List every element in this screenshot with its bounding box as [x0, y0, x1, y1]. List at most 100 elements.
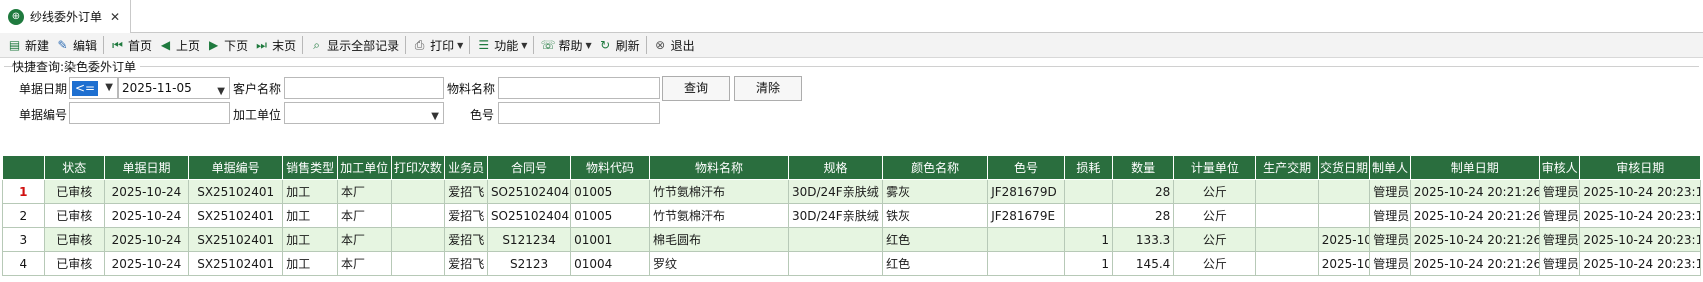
- refresh-button[interactable]: ↻ 刷新: [595, 34, 643, 56]
- table-cell[interactable]: 公斤: [1173, 227, 1257, 252]
- table-cell[interactable]: [1317, 179, 1371, 204]
- table-cell[interactable]: 01001: [570, 227, 650, 252]
- table-cell[interactable]: 公斤: [1173, 203, 1257, 228]
- table-cell[interactable]: 30D/24F亲肤绒: [787, 179, 884, 204]
- table-cell[interactable]: 133.3: [1111, 227, 1175, 252]
- material-input[interactable]: [498, 77, 660, 99]
- table-cell[interactable]: 2025-10-24 20:21:26: [1409, 203, 1540, 228]
- table-cell[interactable]: 管理员: [1538, 203, 1581, 228]
- table-cell[interactable]: 2025-10-24: [103, 203, 190, 228]
- column-header[interactable]: 业务员: [444, 155, 488, 180]
- customer-input[interactable]: [284, 77, 444, 99]
- table-cell[interactable]: 爱招飞: [444, 227, 488, 252]
- table-cell[interactable]: 管理员: [1538, 251, 1581, 276]
- first-page-button[interactable]: ⏮ 首页: [107, 34, 155, 56]
- table-cell[interactable]: [1317, 203, 1371, 228]
- table-cell[interactable]: 145.4: [1111, 251, 1175, 276]
- table-cell[interactable]: SX25102401: [188, 179, 284, 204]
- table-cell[interactable]: 2025-10-24 20:21:26: [1409, 179, 1540, 204]
- table-cell[interactable]: 红色: [882, 251, 989, 276]
- table-cell[interactable]: 竹节氨棉汗布: [648, 203, 789, 228]
- process-unit-select[interactable]: ▼: [284, 102, 444, 124]
- table-cell[interactable]: SX25102401: [188, 251, 284, 276]
- column-header[interactable]: 制单人: [1369, 155, 1411, 180]
- column-header[interactable]: 审核人: [1538, 155, 1581, 180]
- table-cell[interactable]: SX25102401: [188, 203, 284, 228]
- table-cell[interactable]: SX25102401: [188, 227, 284, 252]
- table-row[interactable]: 4 已审核 2025-10-24 SX25102401 加工 本厂 爱招飞 S2123 0100…: [2, 251, 1701, 276]
- table-cell[interactable]: 本厂: [336, 203, 392, 228]
- print-button[interactable]: ⎙ 打印 ▼: [409, 34, 466, 56]
- doc-no-input[interactable]: [69, 102, 230, 124]
- table-cell[interactable]: 01005: [570, 203, 650, 228]
- table-cell[interactable]: 已审核: [43, 203, 105, 228]
- table-cell[interactable]: 爱招飞: [444, 179, 488, 204]
- table-cell[interactable]: 2025-10-24 20:23:16: [1579, 227, 1701, 252]
- column-header[interactable]: 交货日期: [1317, 155, 1371, 180]
- table-cell[interactable]: [787, 227, 884, 252]
- column-header[interactable]: 规格: [787, 155, 884, 180]
- table-cell[interactable]: 01004: [570, 251, 650, 276]
- table-cell[interactable]: [987, 251, 1065, 276]
- table-cell[interactable]: 2025-10-24 20:23:16: [1579, 179, 1701, 204]
- table-cell[interactable]: [787, 251, 884, 276]
- table-cell[interactable]: 管理员: [1369, 203, 1411, 228]
- row-number[interactable]: 1: [2, 179, 45, 204]
- column-header[interactable]: 单据编号: [188, 155, 284, 180]
- table-cell[interactable]: 28: [1111, 203, 1175, 228]
- table-cell[interactable]: SO25102404: [486, 179, 572, 204]
- table-cell[interactable]: 红色: [882, 227, 989, 252]
- table-cell[interactable]: S121234: [486, 227, 572, 252]
- table-cell[interactable]: 竹节氨棉汗布: [648, 179, 789, 204]
- edit-button[interactable]: ✎ 编辑: [52, 34, 100, 56]
- table-cell[interactable]: 2025-10: [1317, 227, 1371, 252]
- table-cell[interactable]: 加工: [282, 203, 338, 228]
- clear-button[interactable]: 清除: [734, 76, 802, 101]
- table-cell[interactable]: 公斤: [1173, 251, 1257, 276]
- functions-button[interactable]: ☰ 功能 ▼: [473, 34, 530, 56]
- close-icon[interactable]: ✕: [110, 10, 120, 24]
- table-cell[interactable]: 公斤: [1173, 179, 1257, 204]
- table-cell[interactable]: 1: [1063, 227, 1113, 252]
- table-cell[interactable]: 管理员: [1369, 179, 1411, 204]
- table-cell[interactable]: [987, 227, 1065, 252]
- table-cell[interactable]: [1063, 203, 1113, 228]
- column-header[interactable]: 单据日期: [103, 155, 190, 180]
- table-row[interactable]: 2 已审核 2025-10-24 SX25102401 加工 本厂 爱招飞 SO2510240…: [2, 203, 1701, 228]
- table-cell[interactable]: 加工: [282, 227, 338, 252]
- table-cell[interactable]: 2025-10-24 20:23:16: [1579, 251, 1701, 276]
- table-cell[interactable]: 2025-10-24: [103, 251, 190, 276]
- column-header[interactable]: 打印次数: [390, 155, 446, 180]
- color-no-input[interactable]: [498, 102, 660, 124]
- table-cell[interactable]: [390, 227, 446, 252]
- table-cell[interactable]: SO25102404: [486, 203, 572, 228]
- table-cell[interactable]: 1: [1063, 251, 1113, 276]
- table-cell[interactable]: [1255, 251, 1319, 276]
- table-cell[interactable]: 铁灰: [882, 203, 989, 228]
- table-cell[interactable]: [1063, 179, 1113, 204]
- table-cell[interactable]: 本厂: [336, 227, 392, 252]
- column-header[interactable]: 物料名称: [648, 155, 789, 180]
- prev-page-button[interactable]: ◀ 上页: [155, 34, 203, 56]
- row-number[interactable]: 2: [2, 203, 45, 228]
- table-cell[interactable]: 本厂: [336, 179, 392, 204]
- new-button[interactable]: ▤ 新建: [4, 34, 52, 56]
- table-cell[interactable]: 爱招飞: [444, 203, 488, 228]
- date-input[interactable]: 2025-11-05 ▼: [118, 77, 230, 99]
- column-header[interactable]: 状态: [43, 155, 105, 180]
- table-cell[interactable]: 已审核: [43, 251, 105, 276]
- table-cell[interactable]: S2123: [486, 251, 572, 276]
- column-header[interactable]: 数量: [1111, 155, 1175, 180]
- table-row[interactable]: 1 已审核 2025-10-24 SX25102401 加工 本厂 爱招飞 SO2510240…: [2, 179, 1701, 204]
- table-cell[interactable]: 管理员: [1538, 227, 1581, 252]
- table-cell[interactable]: 2025-10-24: [103, 227, 190, 252]
- column-header[interactable]: 合同号: [486, 155, 572, 180]
- table-cell[interactable]: 2025-10-24 20:23:16: [1579, 203, 1701, 228]
- table-cell[interactable]: 加工: [282, 179, 338, 204]
- table-cell[interactable]: 管理员: [1369, 251, 1411, 276]
- exit-button[interactable]: ⊗ 退出: [650, 34, 698, 56]
- table-cell[interactable]: 2025-10-24: [103, 179, 190, 204]
- last-page-button[interactable]: ⏭ 末页: [251, 34, 299, 56]
- table-cell[interactable]: 2025-10-24 20:21:26: [1409, 251, 1540, 276]
- help-button[interactable]: ☏ 帮助 ▼: [537, 34, 594, 56]
